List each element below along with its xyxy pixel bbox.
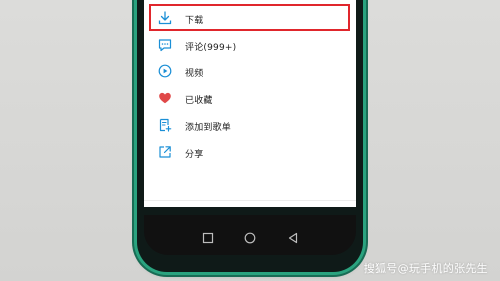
recent-apps-button[interactable] [202,229,214,244]
song-options-menu: 下载 评论(999+) 视频 已收藏 添加到歌单 分享 [144,0,356,207]
heart-icon [157,90,173,106]
menu-item-label: 下载 [185,15,204,26]
menu-item-label: 评论(999+) [185,42,237,53]
menu-item-share[interactable]: 分享 [144,140,356,166]
menu-item-label: 已收藏 [185,95,213,106]
menu-item-label: 分享 [185,149,204,160]
add-to-playlist-icon [157,117,173,133]
phone-frame: 下载 评论(999+) 视频 已收藏 添加到歌单 分享 [137,0,363,272]
menu-item-comments[interactable]: 评论(999+) [144,33,356,59]
menu-item-video[interactable]: 视频 [144,59,356,85]
download-icon [157,10,173,26]
android-nav-bar [144,215,356,255]
menu-divider [144,200,356,201]
menu-item-label: 添加到歌单 [185,122,232,133]
menu-item-download[interactable]: 下载 [144,4,356,32]
menu-item-favorited[interactable]: 已收藏 [144,86,356,112]
home-button[interactable] [244,229,256,244]
menu-item-add-to-playlist[interactable]: 添加到歌单 [144,113,356,139]
watermark-text: 搜狐号@玩手机的张先生 [363,262,488,275]
screenshot-stage: 下载 评论(999+) 视频 已收藏 添加到歌单 分享 搜狐号@玩手机的张先生 [0,0,500,281]
back-button[interactable] [287,229,299,244]
share-icon [157,144,173,160]
comment-icon [157,37,173,53]
highlight-box [149,4,350,31]
menu-item-label: 视频 [185,68,204,79]
video-icon [157,63,173,79]
